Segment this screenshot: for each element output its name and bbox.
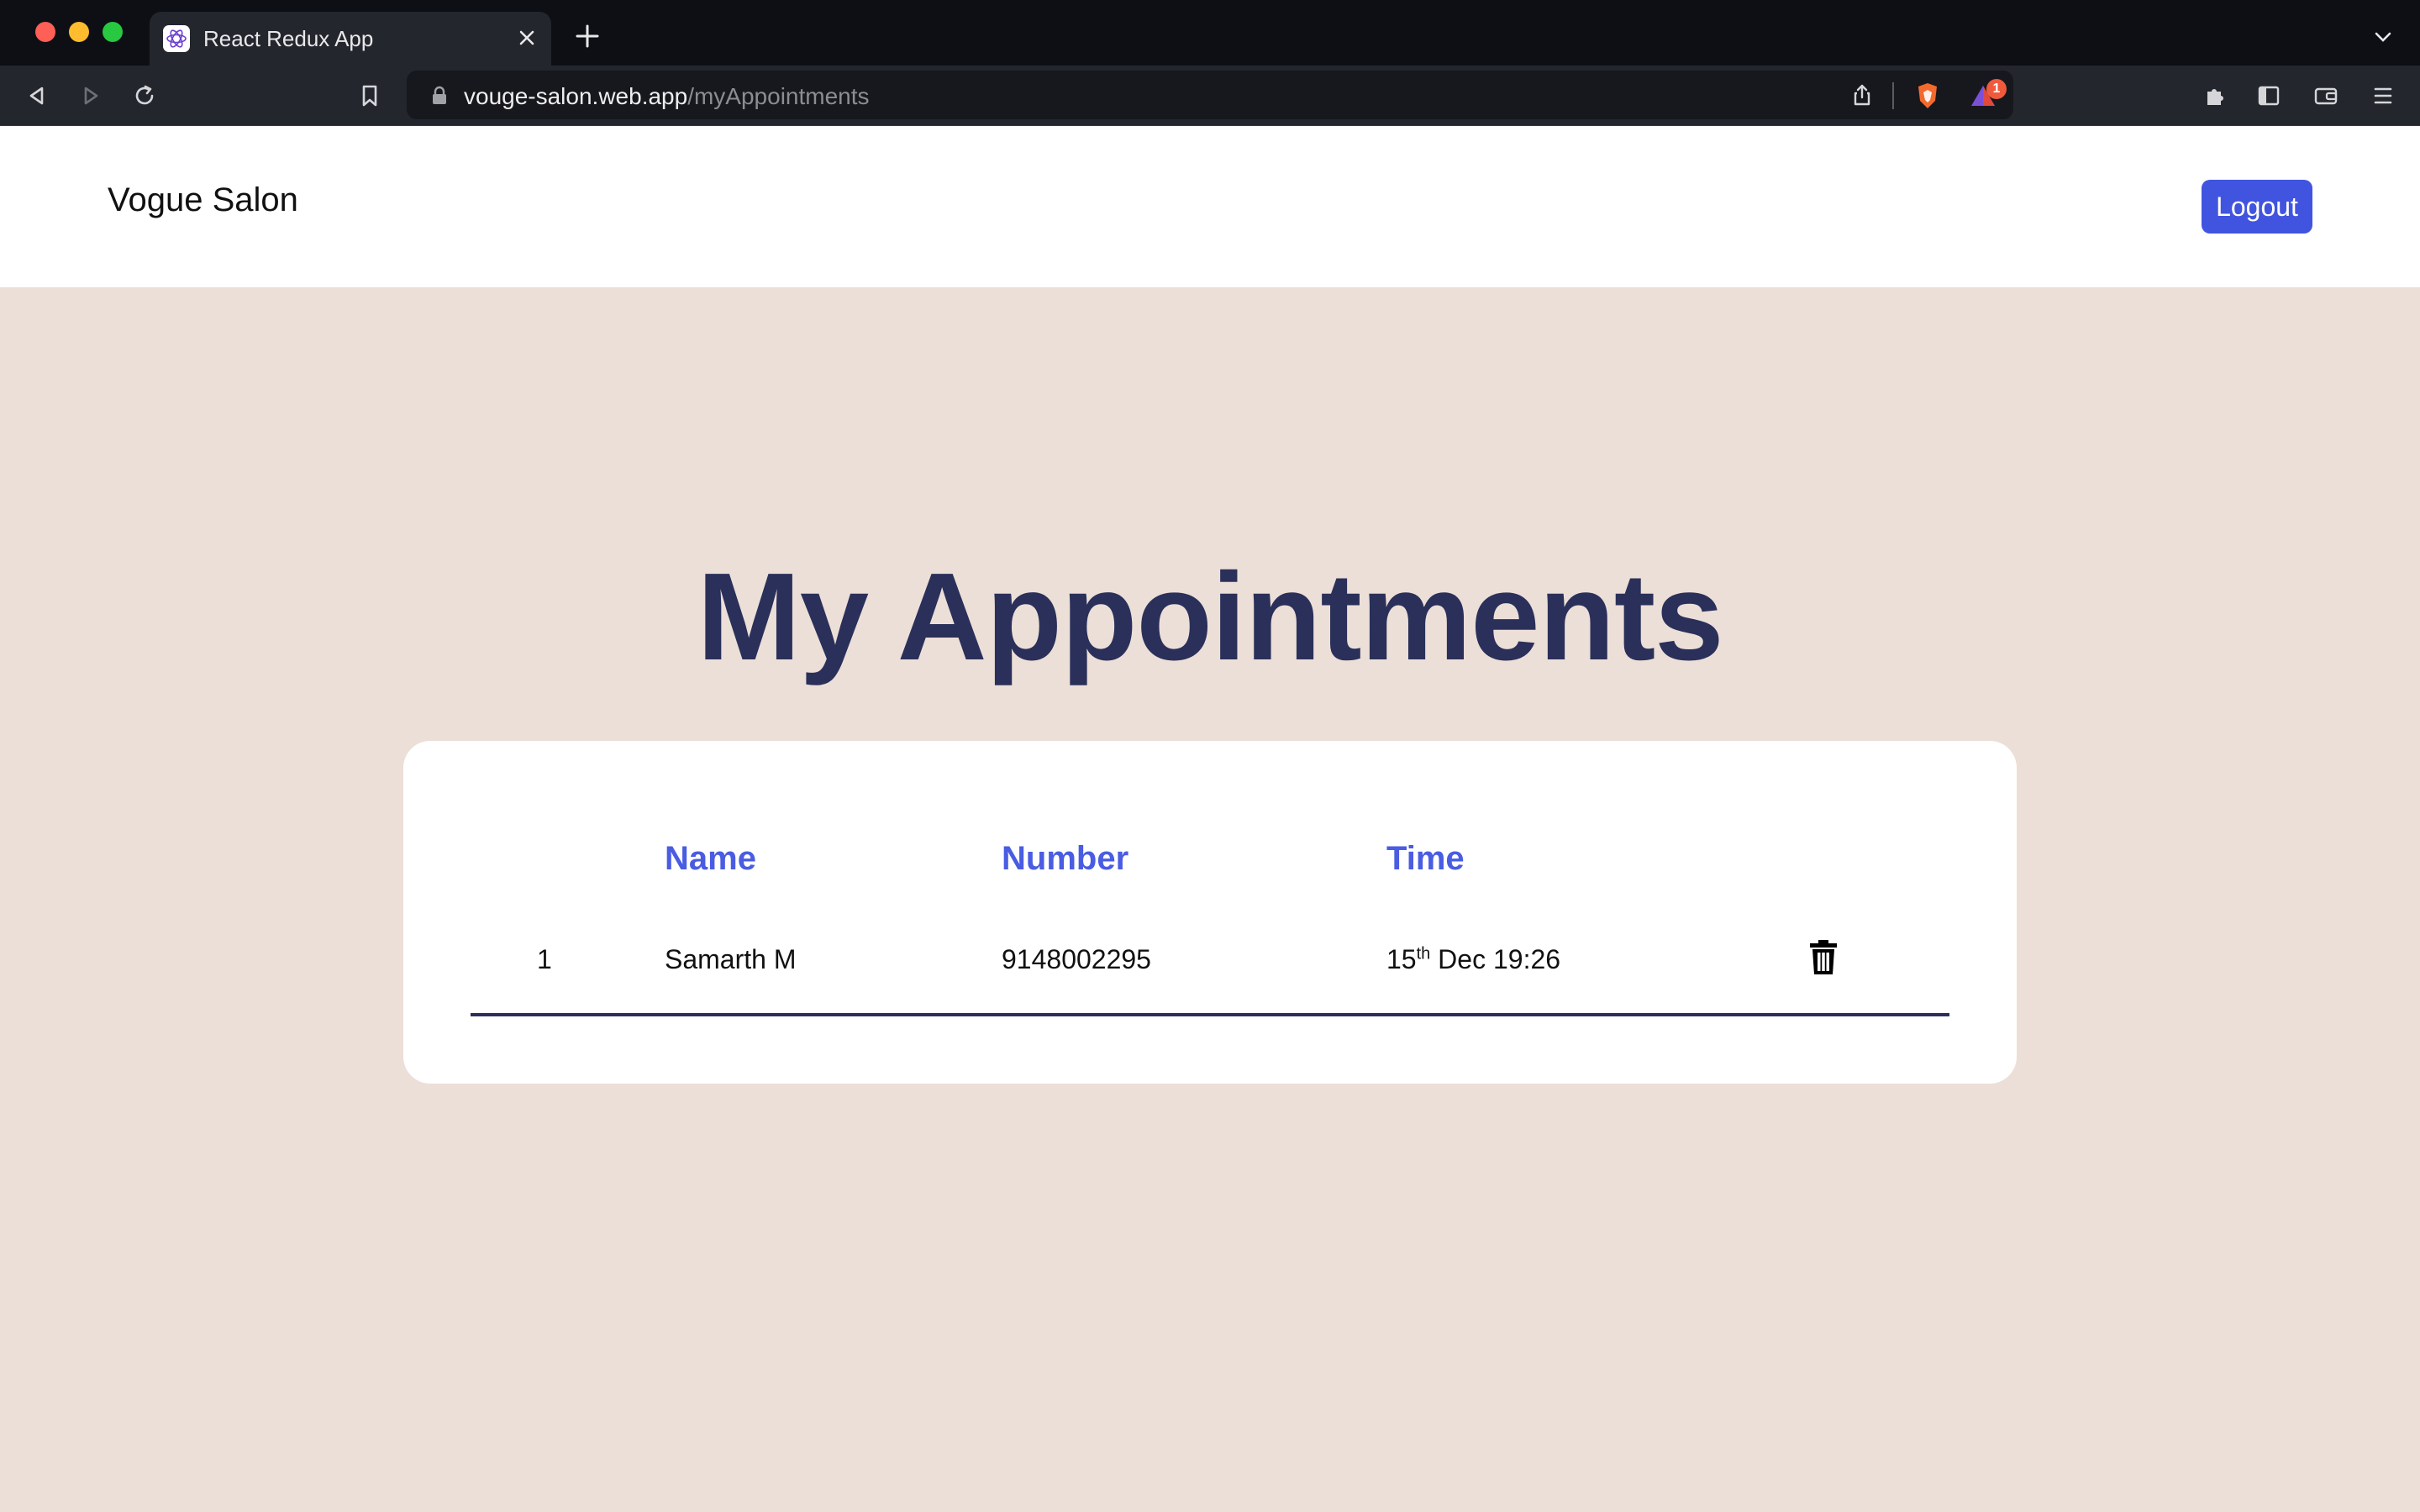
column-header-time: Time — [1386, 840, 1465, 877]
column-header-number: Number — [1002, 840, 1129, 877]
share-icon[interactable] — [1845, 79, 1879, 113]
row-time-rest: Dec 19:26 — [1430, 944, 1561, 974]
row-time: 15th Dec 19:26 — [1386, 944, 1560, 975]
url-text: vouge-salon.web.app/myAppointments — [464, 83, 870, 110]
react-favicon-icon — [163, 25, 190, 52]
logout-button[interactable]: Logout — [2202, 180, 2312, 234]
notification-badge: 1 — [1986, 79, 2007, 99]
browser-tab-bar: React Redux App — [0, 0, 2420, 66]
plus-icon[interactable] — [573, 22, 602, 50]
row-time-day-suffix: th — [1416, 944, 1431, 963]
tab-title: React Redux App — [203, 26, 374, 51]
window-close-button[interactable] — [35, 22, 55, 42]
window-zoom-button[interactable] — [103, 22, 123, 42]
browser-tab-active[interactable]: React Redux App — [150, 12, 551, 66]
row-name: Samarth M — [665, 944, 797, 974]
bookmark-icon[interactable] — [353, 79, 387, 113]
close-icon[interactable] — [513, 24, 541, 52]
address-bar[interactable]: vouge-salon.web.app/myAppointments 1 — [407, 71, 2013, 119]
brave-shield-icon[interactable] — [1911, 79, 1944, 113]
row-index: 1 — [537, 944, 552, 974]
app-navbar: Vogue Salon Logout — [0, 126, 2420, 287]
forward-icon[interactable] — [74, 79, 108, 113]
column-header-name: Name — [665, 840, 756, 877]
appointments-card: Name Number Time 1 Samarth M 9148002295 … — [403, 741, 2017, 1084]
wallet-icon[interactable] — [2309, 79, 2343, 113]
row-time-day: 15 — [1386, 944, 1417, 974]
sidebar-icon[interactable] — [2252, 79, 2286, 113]
lock-icon — [430, 86, 449, 106]
back-icon[interactable] — [20, 79, 54, 113]
row-number: 9148002295 — [1002, 944, 1151, 974]
extensions-icon[interactable] — [2198, 79, 2232, 113]
page-title: My Appointments — [697, 548, 1723, 686]
window-minimize-button[interactable] — [69, 22, 89, 42]
url-host: vouge-salon.web.app — [464, 83, 688, 109]
reload-icon[interactable] — [128, 79, 161, 113]
url-path: /myAppointments — [687, 83, 870, 109]
address-bar-divider — [1892, 82, 1894, 109]
chevron-down-icon[interactable] — [2371, 25, 2395, 49]
brand-logo-text[interactable]: Vogue Salon — [108, 181, 298, 219]
menu-icon[interactable] — [2366, 79, 2400, 113]
browser-toolbar: vouge-salon.web.app/myAppointments 1 — [0, 66, 2420, 126]
row-divider — [471, 1013, 1949, 1016]
trash-icon[interactable] — [1808, 939, 1839, 976]
